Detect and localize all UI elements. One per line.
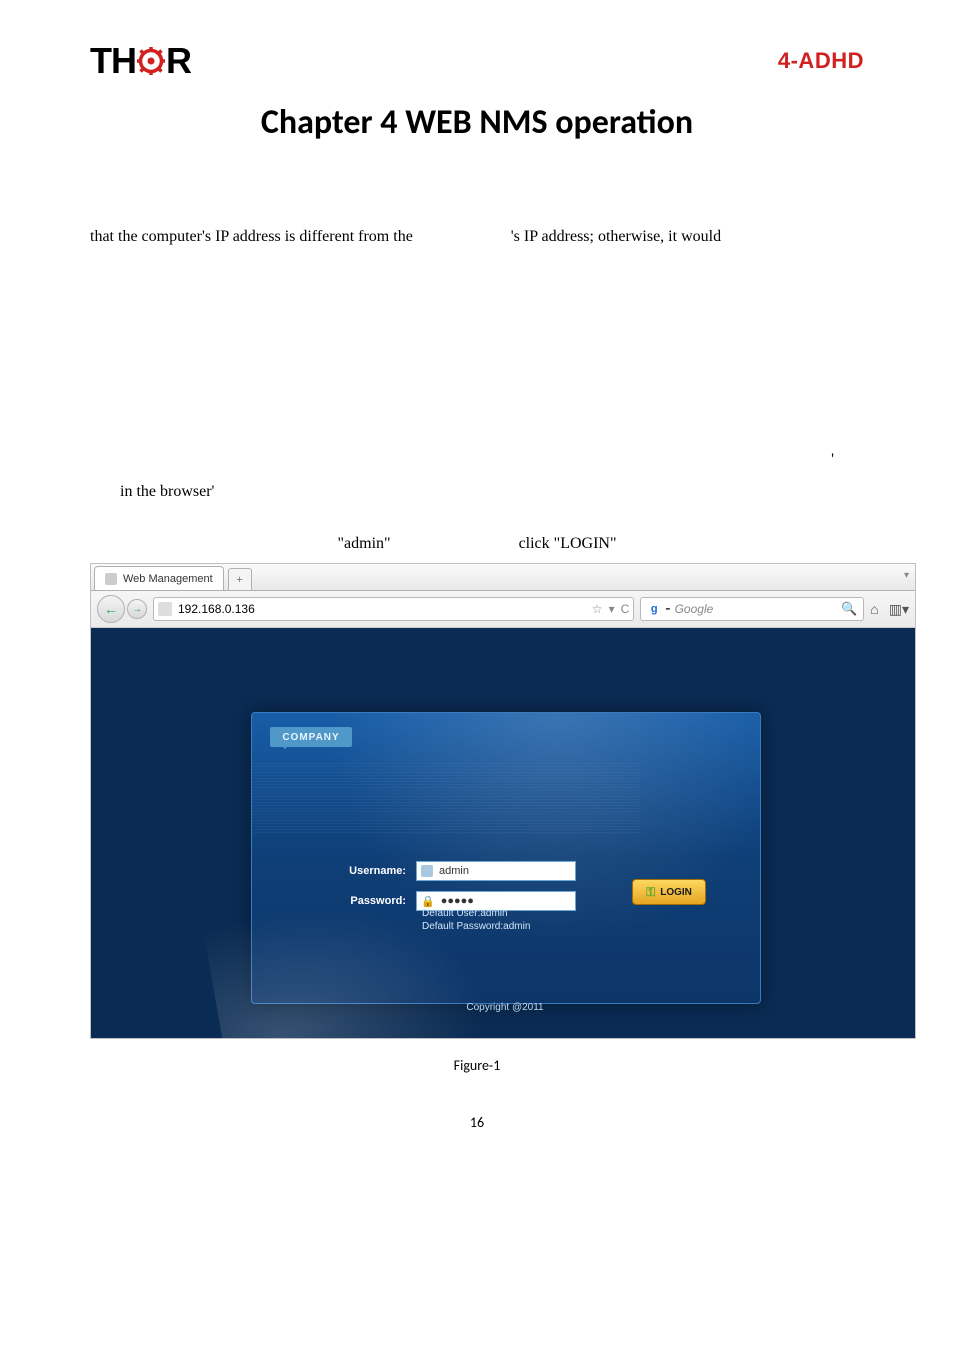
company-ribbon: COMPANY: [270, 727, 352, 747]
lock-icon: 🔒: [421, 895, 435, 908]
login-button-label: LOGIN: [660, 887, 692, 898]
default-user-line: Default User:admin: [422, 907, 530, 920]
page-number: 16: [90, 1114, 864, 1131]
address-dropdown-icon[interactable]: ▾: [609, 602, 615, 616]
body-left: that the computer's IP address is differ…: [90, 228, 413, 245]
browser-line: in the browser': [90, 483, 864, 501]
login-button[interactable]: ⚿ LOGIN: [632, 879, 706, 905]
tab-dropdown-icon[interactable]: ▾: [904, 570, 909, 581]
copyright-text: Copyright @2011: [251, 1002, 759, 1013]
browser-tab[interactable]: Web Management: [94, 566, 224, 590]
search-placeholder: Google: [675, 602, 837, 616]
admin-login-line: "admin" click "LOGIN": [90, 535, 864, 553]
toolbar-menu-icon[interactable]: ▥▾: [889, 601, 909, 618]
chapter-title: Chapter 4 WEB NMS operation: [90, 102, 864, 143]
password-label: Password:: [338, 895, 406, 907]
stray-apostrophe: ': [90, 451, 864, 469]
forward-button[interactable]: →: [127, 599, 147, 619]
page-viewport: COMPANY Username: admin Password:: [91, 628, 915, 1038]
browser-line-text: in the browser': [120, 483, 214, 500]
user-icon: [421, 865, 433, 877]
admin-word: "admin": [338, 535, 391, 552]
address-input[interactable]: [176, 601, 588, 617]
reload-icon[interactable]: C: [621, 602, 630, 616]
key-icon: ⚿: [646, 885, 655, 900]
home-icon[interactable]: ⌂: [870, 601, 878, 617]
username-value: admin: [439, 865, 469, 877]
browser-screenshot: Web Management + ▾ ← → ☆ ▾ C g -: [90, 563, 916, 1039]
nav-toolbar: ← → ☆ ▾ C g - Google 🔍 ⌂ ▥▾: [91, 591, 915, 628]
address-bar[interactable]: ☆ ▾ C: [153, 597, 634, 621]
bookmark-star-icon[interactable]: ☆: [592, 602, 603, 616]
default-credentials: Default User:admin Default Password:admi…: [422, 907, 530, 933]
figure-caption: Figure-1: [90, 1057, 864, 1074]
back-button[interactable]: ←: [97, 595, 125, 623]
login-word: click "LOGIN": [519, 535, 617, 552]
login-panel: COMPANY Username: admin Password:: [251, 712, 761, 1004]
gear-icon: [137, 47, 165, 75]
favicon-icon: [105, 573, 117, 585]
tab-title: Web Management: [123, 573, 213, 585]
new-tab-button[interactable]: +: [228, 568, 252, 590]
search-bar[interactable]: g - Google 🔍: [640, 597, 864, 621]
logo-text-right: R: [166, 40, 191, 82]
model-label: 4-ADHD: [778, 48, 864, 74]
globe-icon: [158, 602, 172, 616]
logo-text-left: TH: [90, 40, 136, 82]
search-magnifier-icon[interactable]: 🔍: [841, 601, 857, 617]
body-paragraph: that the computer's IP address is differ…: [90, 223, 864, 251]
brand-logo: TH R: [90, 40, 191, 82]
default-pw-line: Default Password:admin: [422, 920, 530, 933]
tab-strip: Web Management + ▾: [91, 564, 915, 591]
body-right: 's IP address; otherwise, it would: [511, 228, 721, 245]
password-value: ●●●●●: [441, 895, 474, 907]
username-label: Username:: [338, 865, 406, 877]
username-input[interactable]: admin: [416, 861, 576, 881]
google-icon: g: [647, 602, 661, 616]
search-sep: -: [665, 600, 670, 618]
panel-pattern: [252, 763, 640, 833]
